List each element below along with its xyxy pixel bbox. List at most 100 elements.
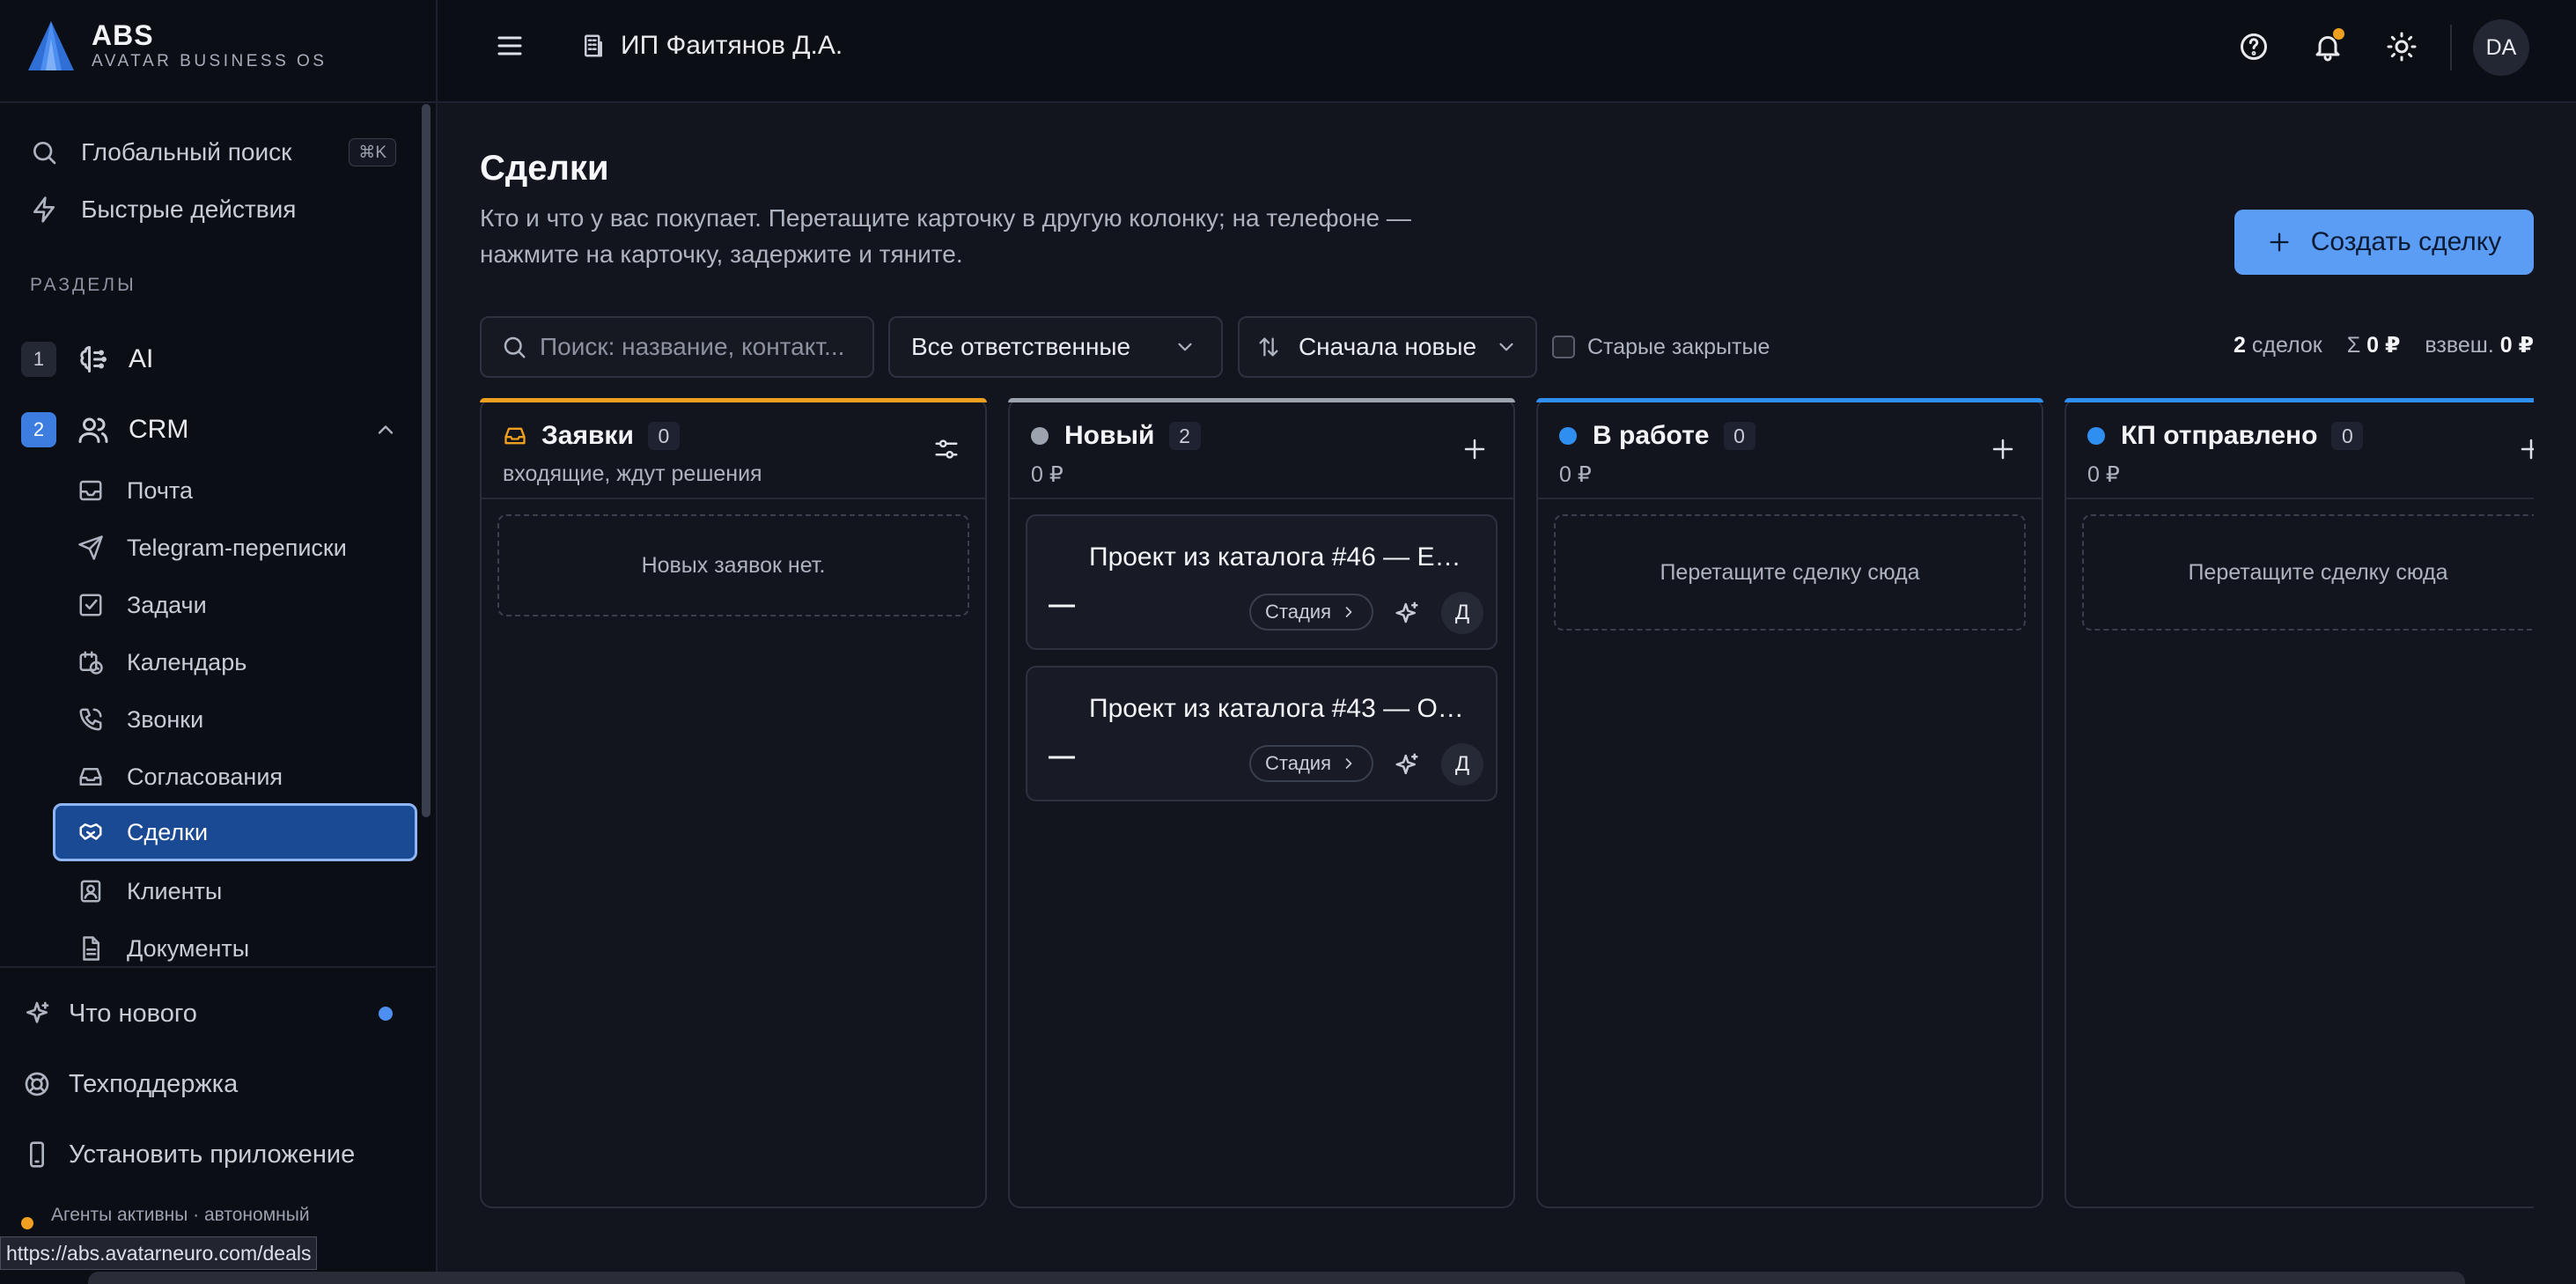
logo-icon [28,21,74,70]
sort-icon [1254,332,1284,362]
column-subtitle: входящие, ждут решения [503,461,762,486]
status-dot [1559,427,1577,445]
column-empty-state: Новых заявок нет. [497,514,969,616]
brand[interactable]: ABS AVATAR BUSINESS OS [26,19,327,72]
global-search[interactable]: Глобальный поиск ⌘K [26,128,405,177]
brand-name: ABS [92,19,154,51]
show-closed-checkbox[interactable] [1552,336,1575,358]
notification-dot [2333,28,2344,40]
deal-sum: Σ 0 ₽ [2346,333,2401,358]
inbox-icon [76,476,106,505]
sidebar-item-mail[interactable]: Почта [53,461,417,520]
tray-icon [76,762,106,792]
column-count: 0 [2331,422,2364,450]
menu-icon[interactable] [494,30,526,62]
sidebar-item-approvals[interactable]: Согласования [53,748,417,806]
deal-card[interactable]: Проект из каталога #46 — Евгений — Стади… [1026,514,1498,650]
brain-icon [74,340,113,379]
column-title: В работе [1593,421,1710,450]
column-count: 0 [647,422,680,450]
quick-actions[interactable]: Быстрые действия [26,185,405,234]
column-header: В работе 0 0 ₽ [1538,400,2042,499]
deal-amount: — [1049,742,1075,771]
group-number: 1 [21,342,56,377]
whats-new-label: Что нового [69,999,197,1028]
sidebar-item-label: Звонки [127,705,204,733]
column-subtitle: 0 ₽ [1031,462,1064,487]
sidebar-item-label: Согласования [127,763,283,790]
sparkle-icon[interactable] [1391,597,1423,629]
column-proposal-sent: КП отправлено 0 0 ₽ Перетащите сделку сю… [2064,398,2534,1208]
responsible-select[interactable]: Все ответственные [888,316,1223,378]
deal-count: 2 сделок [2234,332,2322,358]
install-app-label: Установить приложение [69,1140,356,1169]
whats-new[interactable]: Что нового [19,987,407,1040]
show-closed-toggle[interactable]: Старые закрытые [1552,332,1770,362]
sidebar-scrollbar[interactable] [422,104,431,817]
search-icon [499,332,529,362]
column-new: Новый 2 0 ₽ Проект из каталога #46 — Евг… [1008,398,1515,1208]
sidebar-item-documents[interactable]: Документы [53,919,417,978]
chevron-up-icon[interactable] [373,417,398,442]
owner-avatar[interactable]: Д [1441,592,1483,634]
document-icon [76,933,106,963]
quick-actions-label: Быстрые действия [81,196,297,223]
owner-avatar[interactable]: Д [1441,743,1483,786]
deal-stats: 2 сделок Σ 0 ₽ взвеш. 0 ₽ [2234,332,2534,358]
smartphone-icon [19,1137,55,1172]
global-search-label: Глобальный поиск [81,138,292,166]
responsible-value: Все ответственные [911,333,1131,360]
create-deal-button[interactable]: Создать сделку [2234,210,2534,275]
install-app[interactable]: Установить приложение [19,1128,407,1181]
window-bottom-edge [88,1272,2465,1284]
stage-button[interactable]: Стадия [1249,745,1373,782]
brand-subtitle: AVATAR BUSINESS OS [92,52,328,70]
page-description: Кто и что у вас покупает. Перетащите кар… [480,204,1411,268]
org-switcher[interactable]: ИП Фаитянов Д.А. [578,26,843,65]
sidebar-item-telegram[interactable]: Telegram-переписки [53,519,417,577]
users-icon [74,410,113,449]
sort-select[interactable]: Сначала новые [1238,316,1537,378]
deal-card[interactable]: Проект из каталога #43 — Оксана — Стадия… [1026,666,1498,801]
filter-settings-icon[interactable] [929,432,964,467]
show-closed-label: Старые закрытые [1587,334,1770,359]
drop-zone[interactable]: Перетащите сделку сюда [2082,514,2534,631]
sidebar-group-crm[interactable]: 2 CRM [21,405,408,454]
theme-toggle-icon[interactable] [2381,26,2422,67]
search-field[interactable] [480,316,874,378]
handshake-icon [76,817,106,847]
column-count: 0 [1723,422,1755,450]
add-deal-icon[interactable] [2513,432,2534,467]
column-header: Новый 2 0 ₽ [1010,400,1513,499]
add-deal-icon[interactable] [1457,432,1492,467]
phone-icon [76,705,106,734]
sidebar-item-deals[interactable]: Сделки [53,803,417,861]
help-icon[interactable] [2234,26,2274,67]
drop-zone[interactable]: Перетащите сделку сюда [1554,514,2026,631]
stage-label: Стадия [1265,601,1331,623]
search-input[interactable] [540,333,865,361]
sidebar-item-clients[interactable]: Клиенты [53,862,417,920]
user-avatar[interactable]: DA [2473,19,2529,76]
agents-status-label: Агенты активны · автономный [51,1205,310,1225]
sidebar-item-calls[interactable]: Звонки [53,690,417,749]
support[interactable]: Техподдержка [19,1058,407,1111]
sidebar-item-label: Документы [127,934,250,962]
agents-status: Агенты активны · автономный [21,1201,310,1229]
deal-title: Проект из каталога #43 — Оксана [1089,694,1471,723]
create-deal-label: Создать сделку [2310,227,2502,256]
sidebar-item-label: Сделки [127,818,209,845]
sidebar-item-tasks[interactable]: Задачи [53,576,417,634]
plus-icon [2270,232,2289,252]
deal-weighted: взвеш. 0 ₽ [2425,333,2534,358]
sort-value: Сначала новые [1298,333,1477,360]
sparkle-icon [19,996,55,1031]
column-title: Заявки [541,421,634,450]
sidebar-group-ai[interactable]: 1 AI [21,335,408,384]
sidebar-item-calendar[interactable]: Календарь [53,633,417,691]
stage-button[interactable]: Стадия [1249,594,1373,631]
bell-icon[interactable] [2307,26,2348,67]
chevron-down-icon [1170,332,1200,362]
add-deal-icon[interactable] [1985,432,2020,467]
sparkle-icon[interactable] [1391,749,1423,780]
